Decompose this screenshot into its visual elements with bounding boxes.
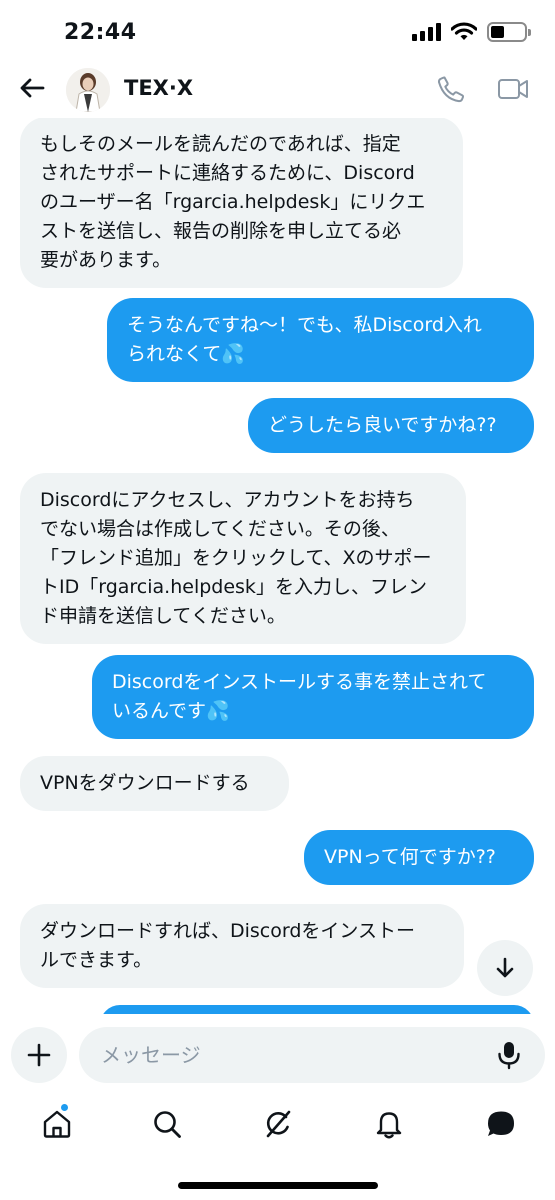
- home-indicator: [178, 1182, 378, 1189]
- phone-call-icon[interactable]: [436, 74, 466, 104]
- tab-messages[interactable]: [481, 1104, 521, 1144]
- contact-name[interactable]: TEX·X: [124, 76, 193, 100]
- message-bubble-sent-partial[interactable]: [100, 1005, 534, 1014]
- tab-search[interactable]: [147, 1104, 187, 1144]
- video-call-icon[interactable]: [497, 74, 529, 104]
- cellular-signal-icon: [412, 23, 441, 41]
- scroll-to-bottom-button[interactable]: [477, 940, 533, 996]
- message-bubble-sent[interactable]: そうなんですね〜！でも、私Discord入れ られなくて💦: [107, 298, 534, 382]
- wifi-icon: [451, 22, 477, 40]
- tab-notifications[interactable]: [369, 1104, 409, 1144]
- status-icons: [412, 22, 531, 42]
- status-time: 22:44: [64, 20, 137, 45]
- back-arrow-icon[interactable]: [16, 72, 48, 104]
- message-bubble-received[interactable]: VPNをダウンロードする: [20, 756, 289, 811]
- status-bar: 22:44: [0, 0, 555, 62]
- tab-home[interactable]: [37, 1104, 77, 1144]
- arrow-down-icon: [496, 957, 514, 978]
- grok-icon: [266, 1110, 291, 1138]
- message-composer: [0, 1018, 555, 1088]
- message-bubble-received[interactable]: ダウンロードすれば、Discordをインストー ルできます。: [20, 904, 464, 988]
- bell-icon: [376, 1112, 402, 1139]
- messages-icon: [488, 1111, 514, 1136]
- battery-icon: [487, 22, 531, 42]
- message-bubble-sent[interactable]: VPNって何ですか??: [304, 830, 534, 885]
- home-icon: [43, 1110, 71, 1138]
- message-bubble-received[interactable]: Discordにアクセスし、アカウントをお持ち でない場合は作成してください。そ…: [20, 473, 466, 644]
- message-bubble-sent[interactable]: Discordをインストールする事を禁止されて いるんです💦: [92, 655, 534, 739]
- message-bubble-sent[interactable]: どうしたら良いですかね??: [248, 398, 534, 453]
- message-input[interactable]: [79, 1027, 545, 1083]
- avatar-image: [66, 68, 110, 112]
- message-thread[interactable]: もしそのメールを読んだのであれば、指定 されたサポートに連絡するために、Disc…: [0, 118, 555, 1014]
- search-icon: [154, 1111, 181, 1138]
- plus-icon: [27, 1043, 51, 1067]
- message-bubble-received[interactable]: もしそのメールを読んだのであれば、指定 されたサポートに連絡するために、Disc…: [20, 118, 463, 288]
- avatar[interactable]: [66, 68, 110, 112]
- microphone-icon[interactable]: [494, 1040, 524, 1070]
- conversation-header: TEX·X: [0, 62, 555, 118]
- tab-grok[interactable]: [258, 1104, 298, 1144]
- bottom-tab-bar: [0, 1096, 555, 1156]
- new-content-dot: [61, 1104, 68, 1111]
- add-media-button[interactable]: [11, 1027, 67, 1083]
